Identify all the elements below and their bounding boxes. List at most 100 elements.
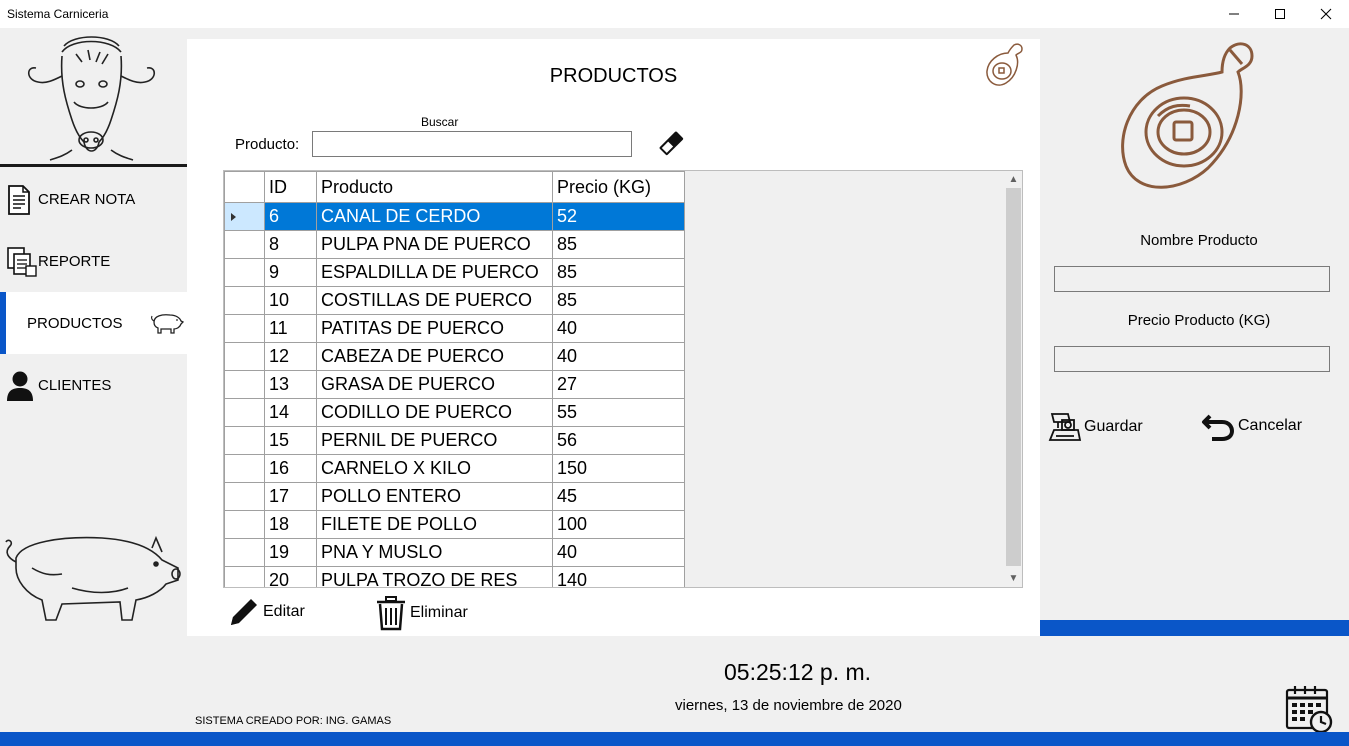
row-header[interactable]: [224, 482, 265, 511]
cell-id[interactable]: 14: [264, 398, 317, 427]
row-header[interactable]: [224, 454, 265, 483]
pig-illustration-icon: [5, 535, 181, 621]
products-panel: PRODUCTOS Buscar Producto: ID Producto P…: [187, 39, 1040, 636]
table-row[interactable]: 6 CANAL DE CERDO 52: [224, 202, 685, 231]
cell-id[interactable]: 12: [264, 342, 317, 371]
cell-precio[interactable]: 85: [552, 230, 685, 259]
product-price-field[interactable]: [1054, 346, 1330, 372]
cell-id[interactable]: 6: [264, 202, 317, 231]
minimize-button[interactable]: [1211, 0, 1257, 28]
search-input[interactable]: [312, 131, 632, 157]
row-header[interactable]: [224, 426, 265, 455]
cell-producto[interactable]: PULPA PNA DE PUERCO: [316, 230, 553, 259]
sidebar-item-reporte[interactable]: REPORTE: [0, 230, 187, 292]
cell-producto[interactable]: POLLO ENTERO: [316, 482, 553, 511]
row-header[interactable]: [224, 202, 265, 231]
save-button[interactable]: Guardar: [1048, 410, 1143, 444]
cell-producto[interactable]: FILETE DE POLLO: [316, 510, 553, 539]
table-row[interactable]: 18 FILETE DE POLLO 100: [224, 510, 685, 539]
table-row[interactable]: 9 ESPALDILLA DE PUERCO 85: [224, 258, 685, 287]
cell-precio[interactable]: 55: [552, 398, 685, 427]
row-header[interactable]: [224, 258, 265, 287]
sidebar-item-productos[interactable]: PRODUCTOS: [0, 292, 187, 354]
table-row[interactable]: 8 PULPA PNA DE PUERCO 85: [224, 230, 685, 259]
trash-icon: [377, 596, 405, 631]
table-row[interactable]: 11 PATITAS DE PUERCO 40: [224, 314, 685, 343]
cell-precio[interactable]: 100: [552, 510, 685, 539]
cell-producto[interactable]: CANAL DE CERDO: [316, 202, 553, 231]
cell-id[interactable]: 17: [264, 482, 317, 511]
table-row[interactable]: 17 POLLO ENTERO 45: [224, 482, 685, 511]
row-header[interactable]: [224, 286, 265, 315]
column-header-precio[interactable]: Precio (KG): [552, 171, 685, 203]
row-header[interactable]: [224, 538, 265, 567]
scroll-down-icon[interactable]: ▼: [1005, 570, 1022, 587]
maximize-button[interactable]: [1257, 0, 1303, 28]
cell-id[interactable]: 18: [264, 510, 317, 539]
cell-precio[interactable]: 85: [552, 258, 685, 287]
cell-producto[interactable]: PNA Y MUSLO: [316, 538, 553, 567]
cell-precio[interactable]: 45: [552, 482, 685, 511]
table-row[interactable]: 14 CODILLO DE PUERCO 55: [224, 398, 685, 427]
title-bar: Sistema Carniceria: [0, 0, 1349, 28]
cell-precio[interactable]: 56: [552, 426, 685, 455]
cell-producto[interactable]: PATITAS DE PUERCO: [316, 314, 553, 343]
cell-id[interactable]: 8: [264, 230, 317, 259]
row-header[interactable]: [224, 398, 265, 427]
cell-id[interactable]: 19: [264, 538, 317, 567]
cell-precio[interactable]: 85: [552, 286, 685, 315]
cell-id[interactable]: 13: [264, 370, 317, 399]
cell-precio[interactable]: 40: [552, 314, 685, 343]
table-row[interactable]: 10 COSTILLAS DE PUERCO 85: [224, 286, 685, 315]
cell-producto[interactable]: CARNELO X KILO: [316, 454, 553, 483]
table-row[interactable]: 13 GRASA DE PUERCO 27: [224, 370, 685, 399]
cell-producto[interactable]: CODILLO DE PUERCO: [316, 398, 553, 427]
cell-precio[interactable]: 150: [552, 454, 685, 483]
cell-id[interactable]: 11: [264, 314, 317, 343]
cell-precio[interactable]: 27: [552, 370, 685, 399]
edit-button[interactable]: Editar: [227, 595, 305, 629]
scroll-up-icon[interactable]: ▲: [1005, 171, 1022, 188]
cell-precio[interactable]: 140: [552, 566, 685, 587]
close-button[interactable]: [1303, 0, 1349, 28]
product-name-field[interactable]: [1054, 266, 1330, 292]
cell-producto[interactable]: CABEZA DE PUERCO: [316, 342, 553, 371]
column-header-producto[interactable]: Producto: [316, 171, 553, 203]
vertical-scrollbar[interactable]: ▲ ▼: [1005, 171, 1022, 587]
table-row[interactable]: 19 PNA Y MUSLO 40: [224, 538, 685, 567]
delete-button[interactable]: Eliminar: [374, 595, 468, 631]
cell-precio[interactable]: 40: [552, 538, 685, 567]
column-header-id[interactable]: ID: [264, 171, 317, 203]
cell-precio[interactable]: 52: [552, 202, 685, 231]
cell-id[interactable]: 9: [264, 258, 317, 287]
sidebar-item-label: PRODUCTOS: [27, 315, 123, 332]
table-row[interactable]: 16 CARNELO X KILO 150: [224, 454, 685, 483]
row-header[interactable]: [224, 566, 265, 587]
sidebar-item-crear-nota[interactable]: CREAR NOTA: [0, 168, 187, 230]
cell-producto[interactable]: COSTILLAS DE PUERCO: [316, 286, 553, 315]
sidebar-item-clientes[interactable]: CLIENTES: [0, 354, 187, 416]
table-row[interactable]: 20 PULPA TROZO DE RES 140: [224, 566, 685, 587]
cell-id[interactable]: 10: [264, 286, 317, 315]
cell-producto[interactable]: PERNIL DE PUERCO: [316, 426, 553, 455]
cell-producto[interactable]: GRASA DE PUERCO: [316, 370, 553, 399]
cell-producto[interactable]: ESPALDILLA DE PUERCO: [316, 258, 553, 287]
cancel-button[interactable]: Cancelar: [1200, 410, 1302, 442]
row-header[interactable]: [224, 370, 265, 399]
cell-producto[interactable]: PULPA TROZO DE RES: [316, 566, 553, 587]
cell-id[interactable]: 16: [264, 454, 317, 483]
cell-id[interactable]: 15: [264, 426, 317, 455]
scrollbar-thumb[interactable]: [1006, 188, 1021, 566]
row-header[interactable]: [224, 230, 265, 259]
cell-precio[interactable]: 40: [552, 342, 685, 371]
row-header[interactable]: [224, 510, 265, 539]
row-header[interactable]: [224, 342, 265, 371]
edit-label: Editar: [263, 603, 305, 620]
row-header[interactable]: [224, 314, 265, 343]
save-label: Guardar: [1084, 418, 1143, 435]
cell-id[interactable]: 20: [264, 566, 317, 587]
table-row[interactable]: 12 CABEZA DE PUERCO 40: [224, 342, 685, 371]
table-row[interactable]: 15 PERNIL DE PUERCO 56: [224, 426, 685, 455]
products-grid[interactable]: ID Producto Precio (KG) 6 CANAL DE CERDO 5…: [223, 170, 1023, 588]
eraser-icon[interactable]: [657, 129, 685, 157]
